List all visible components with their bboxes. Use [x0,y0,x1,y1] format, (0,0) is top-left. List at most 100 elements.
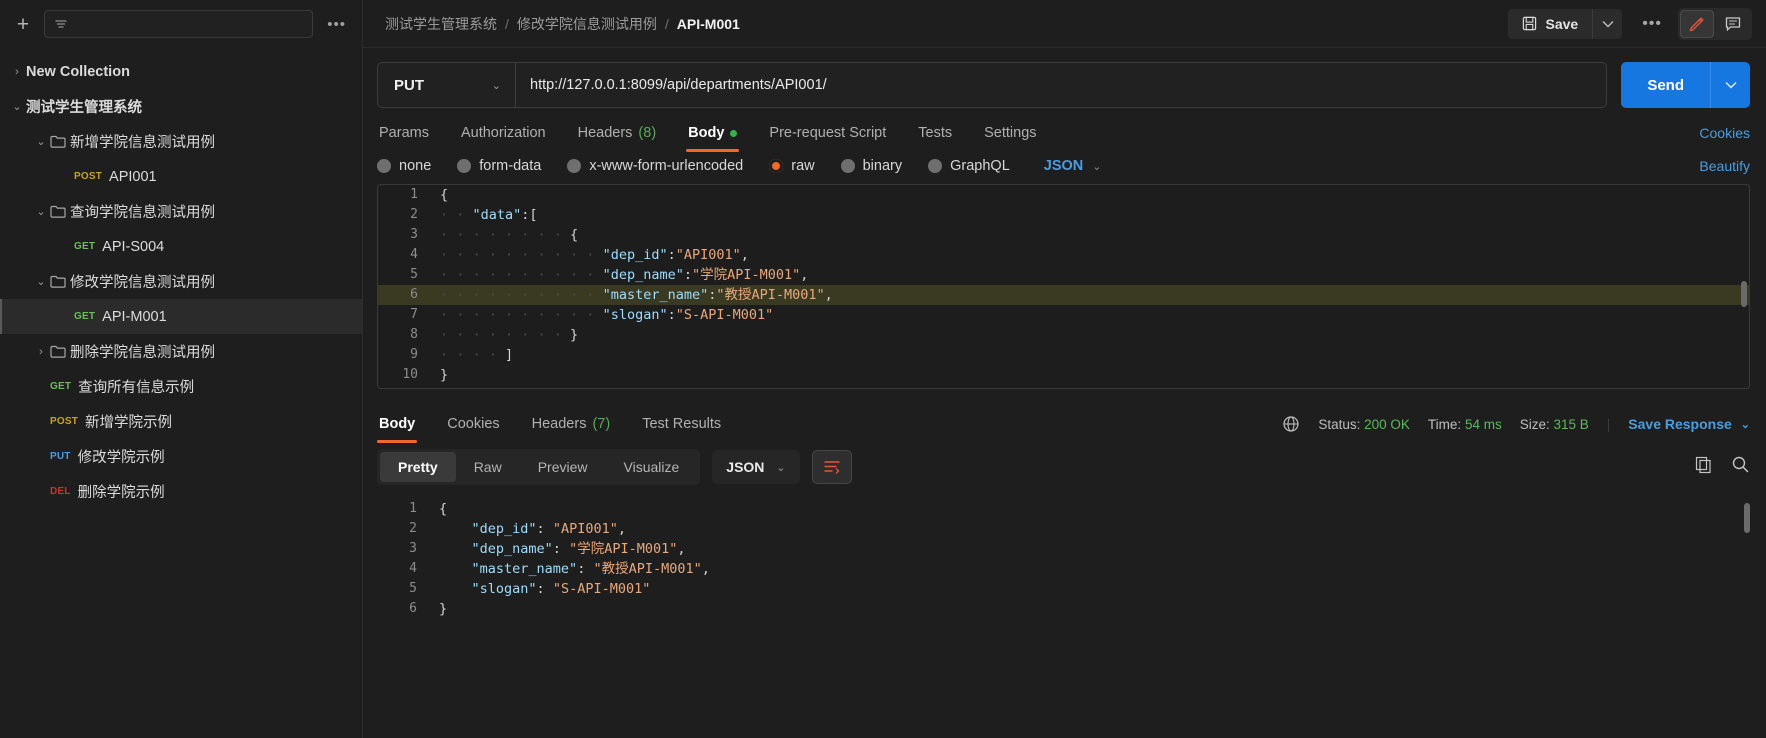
sidebar-item-修改学院信息测试用例[interactable]: ⌄ 修改学院信息测试用例 [0,264,362,299]
copy-button[interactable] [1694,455,1713,479]
body-type-label: binary [862,158,903,174]
time-label: Time: [1427,416,1462,432]
chevron-down-icon[interactable]: ⌄ [32,275,50,288]
tab-headers[interactable]: Headers (8) [576,114,659,152]
tab-authorization[interactable]: Authorization [459,114,548,152]
send-options-caret[interactable] [1710,62,1750,108]
raw-format-select[interactable]: JSON ⌄ [1044,158,1102,174]
filter-input[interactable] [44,10,314,38]
line-text: "dep_id": "API001", [471,521,626,537]
plus-icon[interactable]: + [12,13,34,35]
chevron-down-icon[interactable]: ⌄ [32,135,50,148]
sidebar-item-label: 修改学院示例 [77,450,165,466]
body-type-GraphQL[interactable]: GraphQL [928,158,1010,174]
view-mode-visualize[interactable]: Visualize [606,452,698,482]
body-type-binary[interactable]: binary [840,158,903,174]
sidebar-item-API-S004[interactable]: GET API-S004 [0,229,362,264]
request-more-icon[interactable]: ••• [1642,15,1662,33]
chevron-right-icon[interactable]: › [32,346,50,358]
tab-tests[interactable]: Tests [916,114,954,152]
line-text: · · · · · · · · } [440,327,579,343]
line-text: · · · · · · · · · · "slogan":"S-API-M001… [440,307,774,323]
response-tab-headers[interactable]: Headers (7) [530,405,613,443]
save-response-button[interactable]: Save Response ⌄ [1628,416,1750,432]
sidebar-item-新增学院信息测试用例[interactable]: ⌄ 新增学院信息测试用例 [0,124,362,159]
code-line: 2 · · "data":[ [378,205,1749,225]
save-button[interactable]: Save [1508,9,1592,39]
size-value: 315 B [1553,416,1589,432]
response-body[interactable]: 1{2 "dep_id": "API001", 3 "dep_name": "学院… [377,499,1750,738]
sidebar-item-API001[interactable]: POST API001 [0,159,362,194]
sidebar-item-label: 查询所有信息示例 [78,380,195,396]
view-mode-preview[interactable]: Preview [520,452,606,482]
line-number: 2 [410,207,418,222]
cookies-link[interactable]: Cookies [1699,125,1750,141]
edit-request-button[interactable] [1680,9,1714,38]
filter-icon [55,20,67,28]
breadcrumb-item-0[interactable]: 测试学生管理系统 [385,14,497,34]
chevron-down-icon[interactable]: ⌄ [8,100,26,113]
code-line: 8 · · · · · · · · } [378,325,1749,345]
response-tab-body[interactable]: Body [377,405,418,443]
body-type-raw[interactable]: raw [769,158,815,174]
save-response-label: Save Response [1628,416,1732,432]
body-type-form-data[interactable]: form-data [457,158,541,174]
response-scrollbar[interactable] [1744,503,1750,533]
sidebar-item-删除学院信息测试用例[interactable]: › 删除学院信息测试用例 [0,334,362,369]
search-button[interactable] [1731,455,1750,479]
tab-label: Headers [531,416,587,432]
code-line: 5 "slogan": "S-API-M001" [377,579,1750,599]
tab-pre-request-script[interactable]: Pre-request Script [767,114,888,152]
response-tab-cookies[interactable]: Cookies [445,405,501,443]
raw-format-value: JSON [1043,158,1084,174]
send-button[interactable]: Send [1621,62,1710,108]
radio-icon [840,159,855,173]
sidebar-more-icon[interactable]: ••• [323,16,350,33]
sidebar-item-查询所有信息示例[interactable]: GET 查询所有信息示例 [0,369,362,404]
tab-settings[interactable]: Settings [982,114,1038,152]
method-select[interactable]: PUT ⌄ [378,63,516,107]
chevron-down-icon: ⌄ [1092,160,1102,173]
save-options-caret[interactable] [1592,8,1622,39]
sidebar-item-删除学院示例[interactable]: DEL 删除学院示例 [0,474,362,509]
editor-scrollbar[interactable] [1741,281,1747,307]
folder-icon [50,205,66,218]
chevron-right-icon[interactable]: › [8,66,26,78]
radio-icon [769,159,784,173]
sidebar-toolbar: + ••• [0,0,362,48]
sidebar-item-新增学院示例[interactable]: POST 新增学院示例 [0,404,362,439]
word-wrap-button[interactable] [811,450,852,484]
code-line: 1{ [378,185,1749,205]
tab-label: Authorization [460,125,546,141]
view-mode-pretty[interactable]: Pretty [380,452,456,482]
method-badge: GET [74,311,96,322]
documentation-button[interactable] [1716,10,1750,38]
sidebar-item-查询学院信息测试用例[interactable]: ⌄ 查询学院信息测试用例 [0,194,362,229]
line-text: { [440,187,449,203]
folder-icon [50,345,66,358]
url-input[interactable] [516,63,1607,107]
response-tabs: Body Cookies Headers (7) Test Results [377,405,751,443]
breadcrumb-item-1[interactable]: 修改学院信息测试用例 [517,14,657,34]
sidebar-item-测试学生管理系统[interactable]: ⌄ 测试学生管理系统 [0,89,362,124]
line-number: 10 [402,367,418,382]
line-number: 4 [409,561,417,576]
tab-params[interactable]: Params [377,114,431,152]
sidebar-item-New Collection[interactable]: › New Collection [0,54,362,89]
line-text: · · "data":[ [440,207,538,223]
radio-icon [928,159,943,173]
view-mode-raw[interactable]: Raw [456,452,520,482]
chevron-down-icon [1602,20,1614,27]
tab-body[interactable]: Body [686,114,740,152]
sidebar-item-API-M001[interactable]: GET API-M001 [0,299,362,334]
tab-label: Headers [577,125,633,141]
sidebar-item-修改学院示例[interactable]: PUT 修改学院示例 [0,439,362,474]
top-bar: 测试学生管理系统 / 修改学院信息测试用例 / API-M001 Save ••… [363,0,1766,48]
response-format-select[interactable]: JSON ⌄ [712,450,800,484]
request-body-editor[interactable]: 1{2 · · "data":[3 · · · · · · · · {4 · · · … [377,184,1750,389]
body-type-x-www-form-urlencoded[interactable]: x-www-form-urlencoded [567,158,743,174]
chevron-down-icon[interactable]: ⌄ [32,205,50,218]
beautify-link[interactable]: Beautify [1699,158,1750,174]
response-tab-test-results[interactable]: Test Results [640,405,723,443]
body-type-none[interactable]: none [377,158,431,174]
